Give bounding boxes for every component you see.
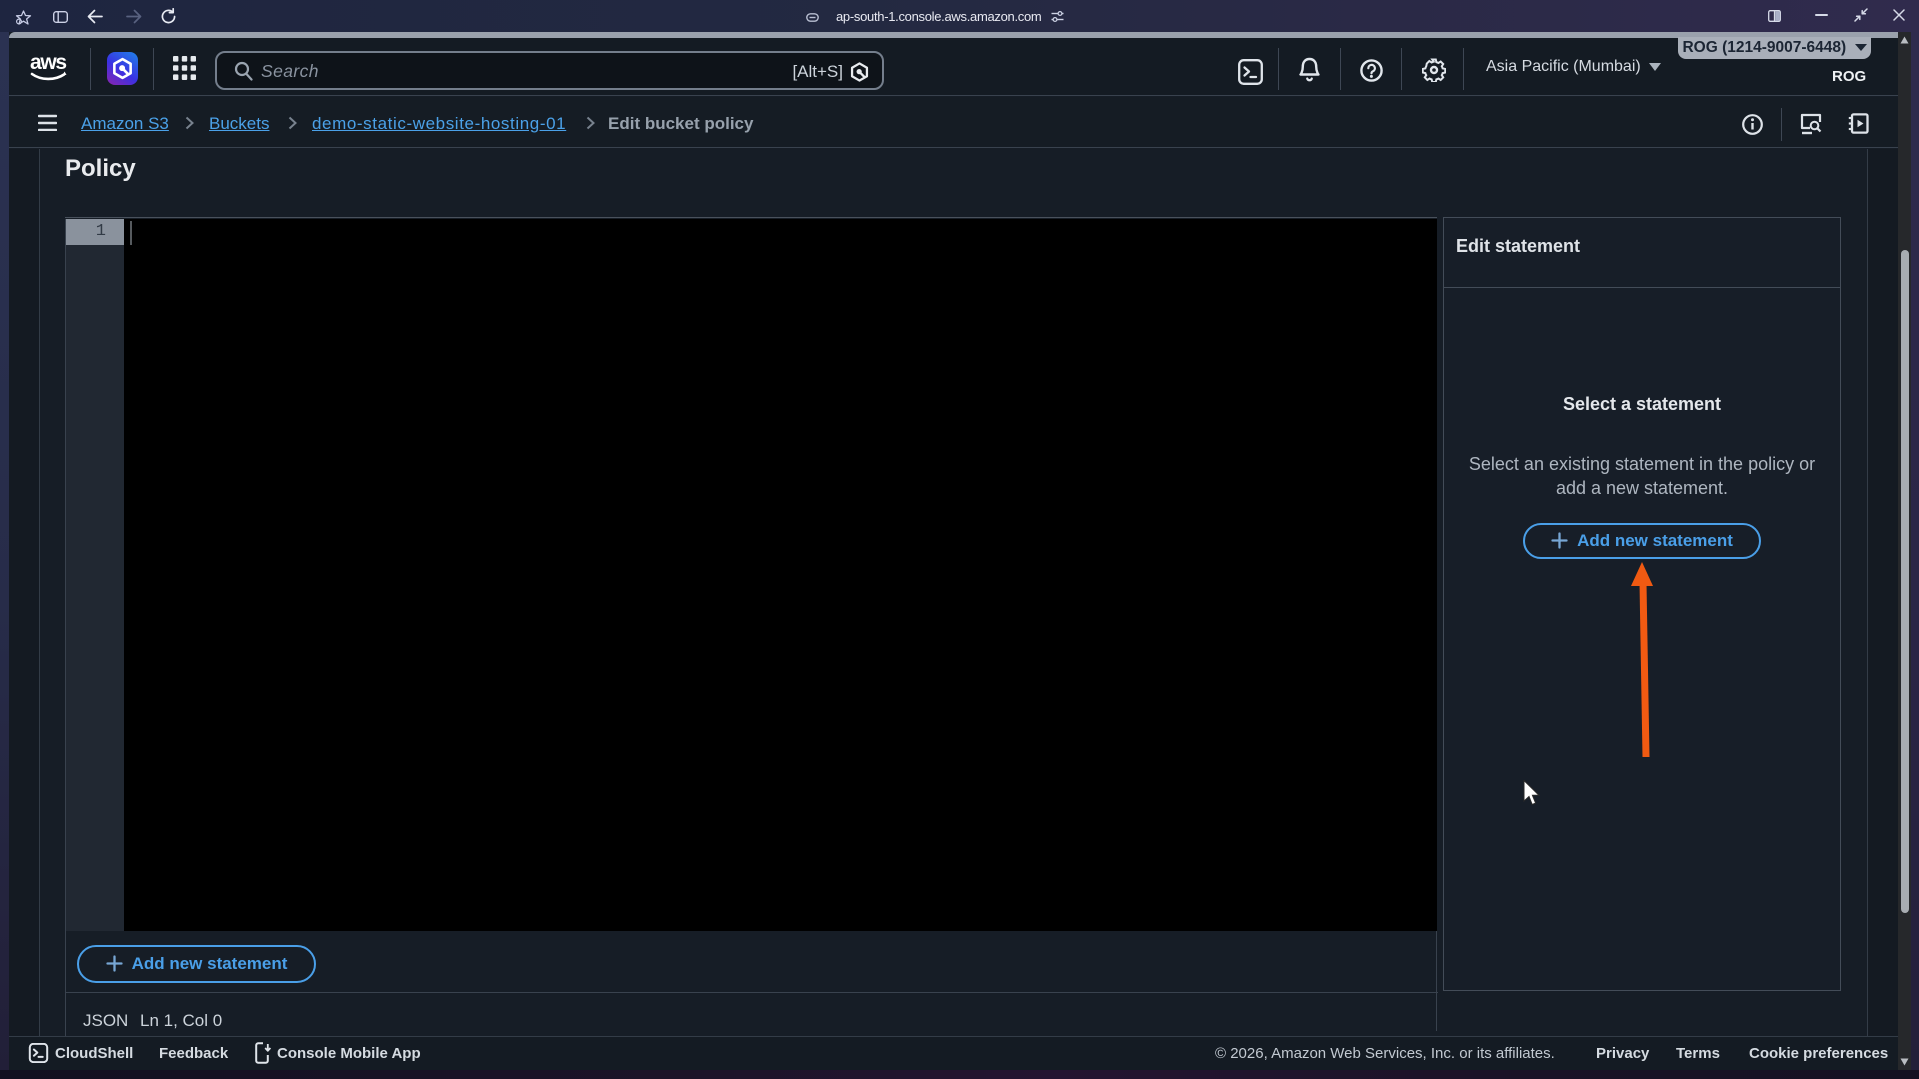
svg-text:aws: aws <box>30 51 67 74</box>
